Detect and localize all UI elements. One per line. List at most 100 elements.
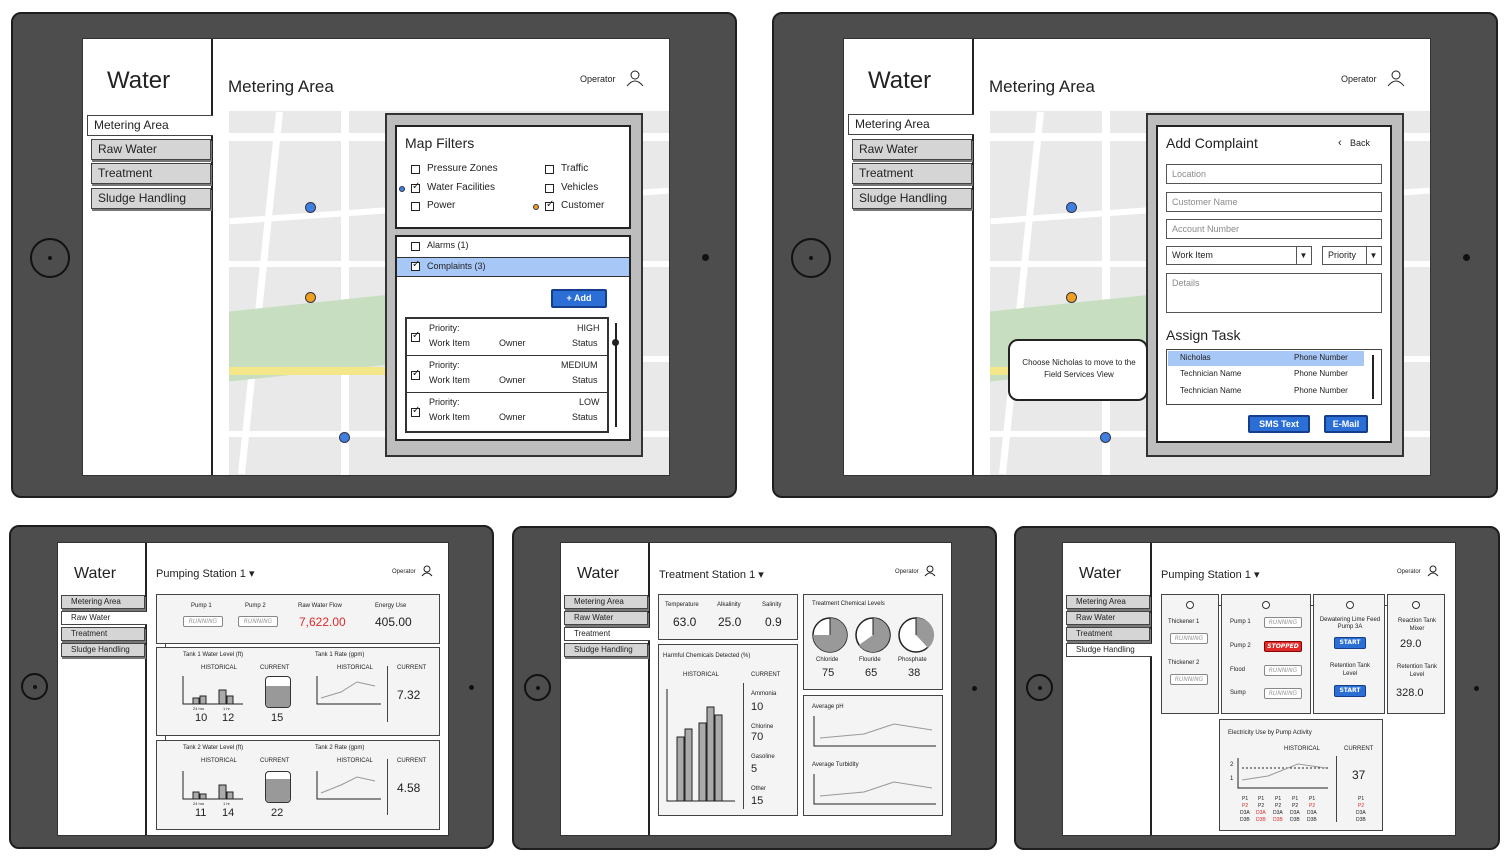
nav-metering-area[interactable]: Metering Area (87, 115, 213, 136)
scrollbar[interactable] (1372, 355, 1374, 399)
nav-treatment[interactable]: Treatment (564, 627, 650, 641)
dewatering-start-button[interactable]: START (1334, 637, 1366, 649)
nav-raw-water[interactable]: Raw Water (852, 139, 972, 160)
nav-sludge-handling[interactable]: Sludge Handling (61, 643, 145, 657)
back-link[interactable]: Back (1350, 138, 1370, 148)
work-item[interactable]: Work Item (429, 338, 470, 348)
map[interactable]: Add Complaint ‹ Back Location Customer N… (990, 111, 1430, 475)
customer-name-input[interactable]: Customer Name (1166, 192, 1382, 212)
flow-node[interactable] (1186, 601, 1194, 609)
page-title[interactable]: Treatment Station 1 ▾ (659, 568, 764, 581)
nav-raw-water[interactable]: Raw Water (61, 611, 147, 625)
map[interactable]: Map Filters Pressure Zones Water Facilit… (229, 111, 669, 475)
operator-label[interactable]: Operator (1397, 569, 1421, 575)
nav-metering-area[interactable]: Metering Area (61, 595, 145, 609)
pump1-status[interactable]: RUNNING (1264, 617, 1302, 628)
checkbox[interactable] (411, 165, 420, 174)
nav-sludge-handling[interactable]: Sludge Handling (564, 643, 648, 657)
home-button[interactable] (30, 238, 70, 278)
technician-name[interactable]: Technician Name (1180, 369, 1241, 378)
nav-treatment[interactable]: Treatment (61, 627, 145, 641)
back-chevron-icon[interactable]: ‹ (1338, 137, 1342, 149)
nav-treatment[interactable]: Treatment (852, 163, 972, 184)
user-icon[interactable] (1427, 565, 1439, 577)
level-name: Phosphate (898, 657, 927, 663)
home-button[interactable] (21, 673, 48, 700)
nav-raw-water[interactable]: Raw Water (91, 139, 211, 160)
operator-label[interactable]: Operator (580, 74, 616, 84)
add-button[interactable]: + Add (551, 289, 607, 308)
historical-label: HISTORICAL (1284, 746, 1320, 752)
work-item-select[interactable]: Work Item (1166, 246, 1312, 265)
operator-label[interactable]: Operator (1341, 74, 1377, 84)
nav-metering-area[interactable]: Metering Area (848, 114, 974, 135)
checkbox[interactable] (411, 202, 420, 211)
scroll-thumb[interactable] (612, 339, 619, 346)
sump-label: Sump (1230, 690, 1246, 696)
tank2-panel: Tank 2 Water Level (ft) Tank 2 Rate (gpm… (156, 740, 440, 830)
page-title[interactable]: Pumping Station 1 ▾ (1161, 568, 1259, 581)
nav-raw-water[interactable]: Raw Water (1066, 611, 1150, 625)
nav-sludge-handling[interactable]: Sludge Handling (852, 188, 972, 209)
location-input[interactable]: Location (1166, 164, 1382, 184)
page-title[interactable]: Pumping Station 1 ▾ (156, 567, 254, 580)
checkbox[interactable] (545, 184, 554, 193)
map-marker[interactable] (305, 202, 316, 213)
map-marker[interactable] (339, 432, 350, 443)
priority-value: MEDIUM (561, 360, 598, 370)
user-icon[interactable] (421, 565, 433, 577)
operator-label[interactable]: Operator (392, 569, 416, 575)
nav-treatment[interactable]: Treatment (91, 163, 211, 184)
pump2-status[interactable]: RUNNING (238, 616, 278, 627)
nav-metering-area[interactable]: Metering Area (564, 595, 648, 609)
technician-name[interactable]: Technician Name (1180, 386, 1241, 395)
pump2-status[interactable]: STOPPED (1264, 641, 1302, 652)
user-icon[interactable] (626, 69, 644, 87)
email-button[interactable]: E-Mail (1324, 415, 1368, 433)
sms-text-button[interactable]: SMS Text (1248, 415, 1310, 433)
owner: Owner (499, 338, 526, 348)
status: Status (572, 338, 598, 348)
user-icon[interactable] (1387, 69, 1405, 87)
checkbox[interactable] (545, 165, 554, 174)
home-button[interactable] (1026, 674, 1053, 701)
pump1-status[interactable]: RUNNING (183, 616, 223, 627)
priority-label: Priority: (429, 323, 460, 333)
thickener2-status[interactable]: RUNNING (1170, 674, 1208, 685)
map-marker[interactable] (305, 292, 316, 303)
map-marker[interactable] (1066, 292, 1077, 303)
checkbox[interactable] (411, 181, 420, 193)
alarms-row[interactable]: Alarms (1) (427, 240, 469, 250)
nav-raw-water[interactable]: Raw Water (564, 611, 648, 625)
flow-node[interactable] (1346, 601, 1354, 609)
nav-metering-area[interactable]: Metering Area (1066, 595, 1150, 609)
details-textarea[interactable]: Details (1166, 273, 1382, 313)
checkbox[interactable] (411, 242, 420, 251)
sump-status[interactable]: RUNNING (1264, 688, 1302, 699)
nav-treatment[interactable]: Treatment (1066, 627, 1150, 641)
map-marker[interactable] (1100, 432, 1111, 443)
flow-node[interactable] (1412, 601, 1420, 609)
item-checkbox[interactable] (411, 368, 420, 380)
work-item[interactable]: Work Item (429, 375, 470, 385)
chevron-down-icon[interactable]: ▼ (1296, 247, 1310, 264)
flood-status[interactable]: RUNNING (1264, 665, 1302, 676)
operator-label[interactable]: Operator (895, 569, 919, 575)
thickener1-status[interactable]: RUNNING (1170, 633, 1208, 644)
flow-node[interactable] (1262, 601, 1270, 609)
item-checkbox[interactable] (411, 405, 420, 417)
account-number-input[interactable]: Account Number (1166, 219, 1382, 239)
home-button[interactable] (524, 674, 551, 701)
checkbox[interactable] (545, 199, 554, 211)
nav-sludge-handling[interactable]: Sludge Handling (91, 188, 211, 209)
chevron-down-icon[interactable]: ▼ (1366, 247, 1380, 264)
user-icon[interactable] (924, 565, 936, 577)
home-button[interactable] (791, 238, 831, 278)
retention-start-button[interactable]: START (1334, 685, 1366, 697)
map-marker[interactable] (1066, 202, 1077, 213)
checkbox[interactable] (411, 259, 420, 271)
tank2-rate-value: 4.58 (397, 781, 421, 795)
nav-sludge-handling[interactable]: Sludge Handling (1066, 643, 1152, 657)
work-item[interactable]: Work Item (429, 412, 470, 422)
item-checkbox[interactable] (411, 330, 420, 342)
